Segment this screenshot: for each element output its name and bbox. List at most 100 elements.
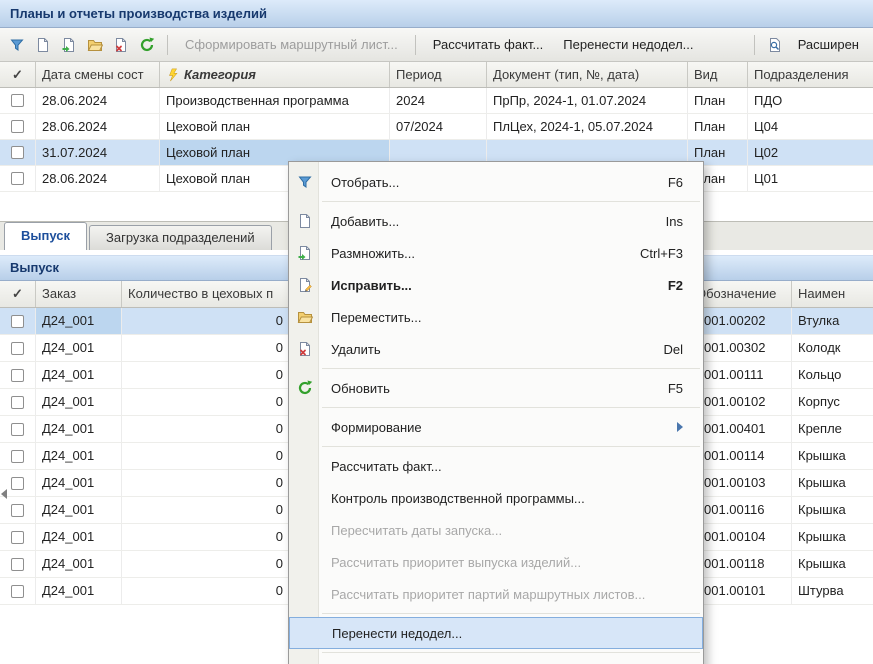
checkbox-cell <box>0 578 36 604</box>
menu-item-priority-products: Рассчитать приоритет выпуска изделий... <box>289 546 703 578</box>
cell-qty: 0 <box>122 416 298 442</box>
row-checkbox[interactable] <box>11 172 24 185</box>
cell-name: Крепле <box>792 416 873 442</box>
checkbox-cell <box>0 140 36 165</box>
column-header-order[interactable]: Заказ <box>36 281 122 307</box>
cell-period: 2024 <box>390 88 487 113</box>
cell-name: Крышка <box>792 497 873 523</box>
select-all-header[interactable]: ✓ <box>0 281 36 307</box>
menu-item-move-shortfall[interactable]: Перенести недодел... <box>289 617 703 649</box>
menu-separator <box>322 201 700 202</box>
menu-item-control-program[interactable]: Контроль производственной программы... <box>289 482 703 514</box>
move-shortfall-button[interactable]: Перенести недодел... <box>555 33 701 57</box>
move-folder-icon <box>296 309 314 325</box>
cell-designation: 001.00302 <box>690 335 792 361</box>
row-checkbox[interactable] <box>11 423 24 436</box>
cell-qty: 0 <box>122 443 298 469</box>
menu-separator <box>322 407 700 408</box>
cell-name: Крышка <box>792 524 873 550</box>
column-header-category[interactable]: Категория <box>160 62 390 87</box>
cell-designation: 001.00111 <box>690 362 792 388</box>
extended-filter-icon[interactable] <box>764 34 786 56</box>
extended-button[interactable]: Расширен <box>790 33 867 57</box>
row-checkbox[interactable] <box>11 315 24 328</box>
cell-designation: 001.00401 <box>690 416 792 442</box>
row-checkbox[interactable] <box>11 477 24 490</box>
menu-item-delete[interactable]: Удалить Del <box>289 333 703 365</box>
category-group-icon <box>166 68 180 82</box>
checkbox-cell <box>0 362 36 388</box>
row-checkbox[interactable] <box>11 94 24 107</box>
cell-designation: 001.00114 <box>690 443 792 469</box>
menu-item-formation[interactable]: Формирование <box>289 411 703 443</box>
checkbox-cell <box>0 524 36 550</box>
row-checkbox[interactable] <box>11 450 24 463</box>
column-header-document[interactable]: Документ (тип, №, дата) <box>487 62 688 87</box>
select-all-header[interactable]: ✓ <box>0 62 36 87</box>
row-checkbox[interactable] <box>11 504 24 517</box>
cell-order: Д24_001 <box>36 443 122 469</box>
column-header-name[interactable]: Наимен <box>792 281 873 307</box>
menu-separator <box>322 446 700 447</box>
menu-item-duplicate[interactable]: Размножить... Ctrl+F3 <box>289 237 703 269</box>
cell-date: 28.06.2024 <box>36 166 160 191</box>
cell-document: ПлЦех, 2024-1, 05.07.2024 <box>487 114 688 139</box>
collapse-panel-arrow[interactable] <box>1 485 11 503</box>
checkbox-cell <box>0 335 36 361</box>
row-checkbox[interactable] <box>11 342 24 355</box>
tab-zagruzka-podrazdeleniy[interactable]: Загрузка подразделений <box>89 225 272 250</box>
menu-item-move[interactable]: Переместить... <box>289 301 703 333</box>
toolbar-separator <box>415 35 416 55</box>
duplicate-icon <box>296 245 314 261</box>
row-checkbox[interactable] <box>11 531 24 544</box>
menu-item-add[interactable]: Добавить... Ins <box>289 205 703 237</box>
format-route-list-button: Сформировать маршрутный лист... <box>177 33 406 57</box>
row-checkbox[interactable] <box>11 120 24 133</box>
tab-vypusk[interactable]: Выпуск <box>4 222 87 250</box>
toolbar-separator <box>754 35 755 55</box>
cell-order: Д24_001 <box>36 551 122 577</box>
menu-item-calc-fact[interactable]: Рассчитать факт... <box>289 450 703 482</box>
cell-name: Корпус <box>792 389 873 415</box>
cell-designation: 001.00116 <box>690 497 792 523</box>
cell-departments: Ц04 <box>748 114 873 139</box>
row-checkbox[interactable] <box>11 585 24 598</box>
cell-name: Крышка <box>792 551 873 577</box>
move-folder-icon[interactable] <box>84 34 106 56</box>
cell-qty: 0 <box>122 524 298 550</box>
cell-order: Д24_001 <box>36 524 122 550</box>
refresh-icon[interactable] <box>136 34 158 56</box>
cell-qty: 0 <box>122 308 298 334</box>
plan-row[interactable]: 28.06.2024 Производственная программа 20… <box>0 88 873 114</box>
cell-name: Колодк <box>792 335 873 361</box>
menu-item-filter[interactable]: Отобрать... F6 <box>289 166 703 198</box>
submenu-arrow-icon <box>677 422 683 432</box>
checkbox-cell <box>0 308 36 334</box>
row-checkbox[interactable] <box>11 558 24 571</box>
calc-fact-button[interactable]: Рассчитать факт... <box>425 33 552 57</box>
cell-designation: 001.00102 <box>690 389 792 415</box>
column-header-qty[interactable]: Количество в цеховых п <box>122 281 298 307</box>
cell-qty: 0 <box>122 362 298 388</box>
row-checkbox[interactable] <box>11 146 24 159</box>
column-header-kind[interactable]: Вид <box>688 62 748 87</box>
column-header-departments[interactable]: Подразделения <box>748 62 873 87</box>
column-header-designation[interactable]: Обозначение <box>690 281 792 307</box>
delete-icon[interactable] <box>110 34 132 56</box>
checkbox-cell <box>0 389 36 415</box>
cell-name: Крышка <box>792 470 873 496</box>
cell-qty: 0 <box>122 389 298 415</box>
row-checkbox[interactable] <box>11 396 24 409</box>
cell-designation: 001.00118 <box>690 551 792 577</box>
plans-grid-header: ✓ Дата смены сост Категория Период Докум… <box>0 62 873 88</box>
duplicate-icon[interactable] <box>58 34 80 56</box>
refresh-icon <box>296 380 314 396</box>
column-header-date[interactable]: Дата смены сост <box>36 62 160 87</box>
menu-item-refresh[interactable]: Обновить F5 <box>289 372 703 404</box>
plan-row[interactable]: 28.06.2024 Цеховой план 07/2024 ПлЦех, 2… <box>0 114 873 140</box>
column-header-period[interactable]: Период <box>390 62 487 87</box>
row-checkbox[interactable] <box>11 369 24 382</box>
filter-icon[interactable] <box>6 34 28 56</box>
menu-item-edit[interactable]: Исправить... F2 <box>289 269 703 301</box>
add-document-icon[interactable] <box>32 34 54 56</box>
